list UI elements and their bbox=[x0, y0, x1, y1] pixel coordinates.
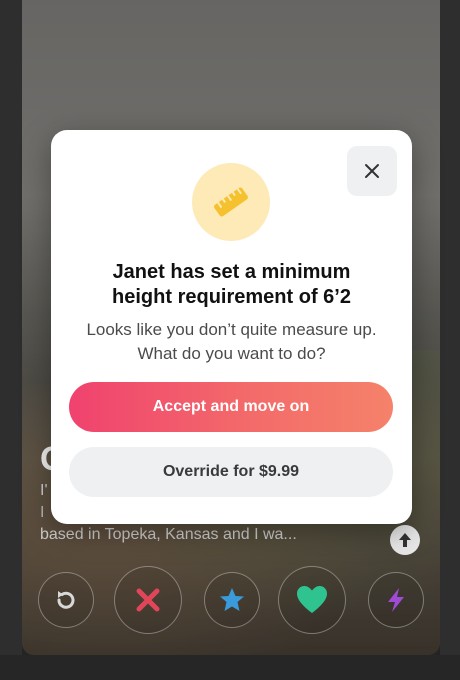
rewind-icon bbox=[57, 591, 75, 609]
height-requirement-dialog: Janet has set a minimum height requireme… bbox=[51, 130, 412, 524]
bio-line: based in Topeka, Kansas and I wa... bbox=[40, 526, 297, 543]
dialog-message-line: What do you want to do? bbox=[137, 344, 326, 363]
ruler-icon bbox=[214, 187, 248, 217]
arrow-up-icon bbox=[399, 533, 411, 547]
right-frame bbox=[440, 0, 460, 680]
nope-icon bbox=[136, 588, 160, 612]
super-like-icon bbox=[220, 588, 244, 611]
rewind-button[interactable] bbox=[38, 572, 94, 628]
close-icon bbox=[365, 164, 379, 178]
boost-icon bbox=[388, 588, 404, 612]
left-frame bbox=[0, 0, 22, 680]
bottom-strip bbox=[0, 655, 460, 680]
ruler-badge bbox=[192, 163, 270, 241]
like-button[interactable] bbox=[278, 566, 346, 634]
like-icon bbox=[297, 586, 327, 613]
close-button[interactable] bbox=[347, 146, 397, 196]
nope-button[interactable] bbox=[114, 566, 182, 634]
boost-button[interactable] bbox=[368, 572, 424, 628]
action-bar bbox=[22, 566, 440, 638]
dialog-title-line: Janet has set a minimum bbox=[112, 261, 351, 283]
dialog-title: Janet has set a minimum height requireme… bbox=[71, 260, 392, 310]
super-like-button[interactable] bbox=[204, 572, 260, 628]
override-button[interactable]: Override for $9.99 bbox=[69, 447, 393, 497]
dialog-title-line: height requirement of 6’2 bbox=[112, 286, 351, 308]
expand-profile-button[interactable] bbox=[390, 525, 420, 555]
dialog-message: Looks like you don’t quite measure up. W… bbox=[67, 318, 396, 366]
accept-button[interactable]: Accept and move on bbox=[69, 382, 393, 432]
dialog-message-line: Looks like you don’t quite measure up. bbox=[86, 320, 377, 339]
